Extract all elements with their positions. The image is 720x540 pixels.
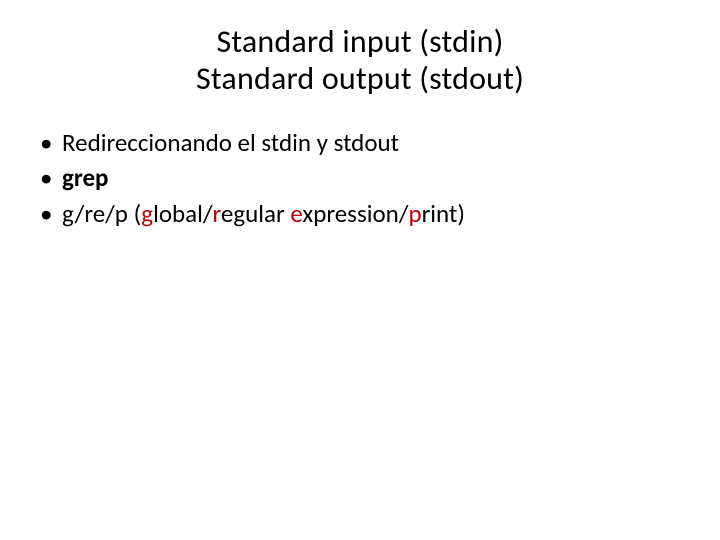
bullet-3-t5: rint) [422, 198, 465, 229]
slide-title: Standard input (stdin) Standard output (… [40, 24, 680, 98]
list-item: grep [34, 161, 680, 195]
bullet-2-text: grep [62, 162, 108, 193]
bullet-3-p: p [408, 198, 421, 229]
title-line-1: Standard input (stdin) [40, 24, 680, 61]
bullet-1-text: Redireccionando el stdin y stdout [62, 127, 399, 158]
slide: Standard input (stdin) Standard output (… [0, 0, 720, 540]
title-line-2: Standard output (stdout) [40, 61, 680, 98]
bullet-list: Redireccionando el stdin y stdout grep g… [34, 126, 680, 231]
bullet-3-r: r [213, 198, 221, 229]
list-item: Redireccionando el stdin y stdout [34, 126, 680, 160]
bullet-3-t1: g/re/p ( [62, 198, 141, 229]
bullet-3-g: g [141, 198, 153, 229]
bullet-3-e: e [290, 198, 302, 229]
bullet-3-t4: xpression/ [302, 198, 408, 229]
list-item: g/re/p (global/regular expression/print) [34, 197, 680, 231]
bullet-3-t2: lobal/ [153, 198, 212, 229]
bullet-3-t3: egular [221, 198, 290, 229]
